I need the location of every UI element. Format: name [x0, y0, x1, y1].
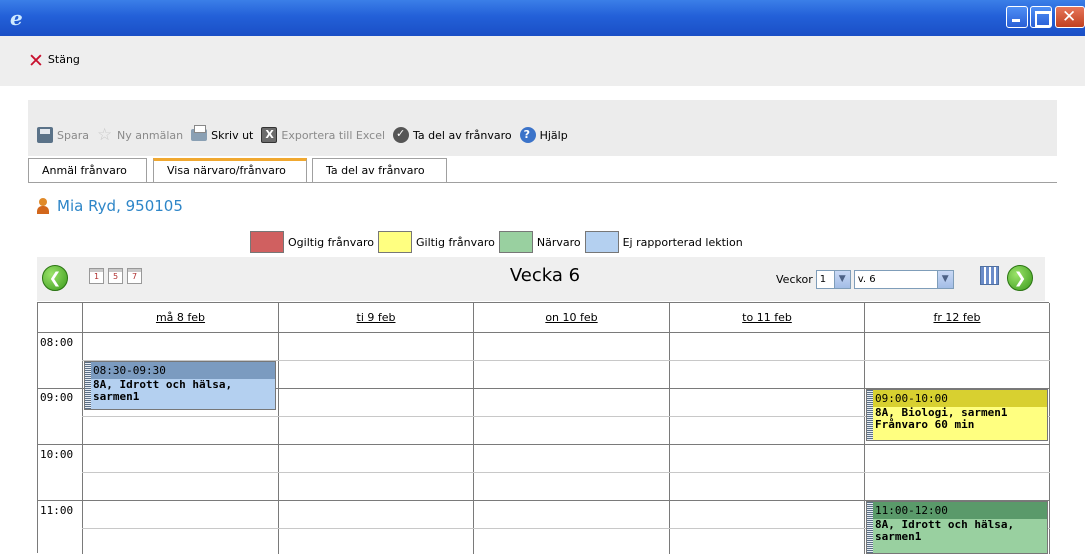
day-header-link[interactable]: on 10 feb — [545, 311, 597, 324]
top-bar — [0, 36, 1085, 86]
person-icon — [37, 198, 49, 214]
event-text: 8A, Idrott och hälsa, sarmen1 — [875, 518, 1015, 543]
legend-item: Ogiltig frånvaro — [250, 231, 374, 253]
time-label: 08:00 — [40, 336, 74, 349]
event-time: 08:30-09:30 — [91, 362, 275, 379]
export-excel-button[interactable]: Exportera till Excel — [261, 127, 385, 143]
legend-item: Ej rapporterad lektion — [584, 231, 743, 253]
day-header-link[interactable]: to 11 feb — [742, 311, 792, 324]
lesson-event[interactable]: 09:00-10:00 8A, Biologi, sarmen1 Frånvar… — [866, 389, 1048, 441]
legend-label: Närvaro — [536, 235, 581, 249]
weeks-label: Veckor — [776, 273, 813, 286]
excel-icon — [261, 127, 278, 143]
toolbar-actions: Spara ☆ Ny anmälan Skriv ut Exportera ti… — [37, 125, 568, 145]
day-column: on 10 feb — [473, 303, 669, 554]
check-icon — [393, 127, 410, 143]
legend-label: Ogiltig frånvaro — [288, 235, 374, 249]
student-name: Mia Ryd, 950105 — [57, 197, 183, 215]
event-text: 8A, Idrott och hälsa, sarmen1 — [93, 378, 233, 403]
export-label: Exportera till Excel — [281, 128, 386, 142]
time-label: 10:00 — [40, 448, 74, 461]
event-time: 09:00-10:00 — [873, 390, 1047, 407]
arrow-right-icon: ❯ — [1013, 269, 1027, 287]
close-label: Stäng — [47, 53, 80, 66]
day-header: on 10 feb — [474, 303, 669, 332]
close-x-icon: ✕ — [28, 50, 44, 72]
title-bar: e ✕ — [0, 0, 1085, 36]
window-close-button[interactable]: ✕ — [1055, 6, 1085, 28]
weeks-count-select[interactable]: 1 ▼ — [815, 270, 851, 289]
event-text: 8A, Biologi, sarmen1 Frånvaro 60 min — [875, 406, 1008, 431]
half-hour-line — [82, 472, 1050, 473]
week-controls: Veckor 1 ▼ v. 6 ▼ — [776, 270, 954, 289]
close-icon: ✕ — [1062, 7, 1077, 27]
workweek-view-icon[interactable]: 5 — [108, 268, 123, 284]
help-button[interactable]: Hjälp — [519, 127, 568, 143]
tab-bar: Anmäl frånvaro Visa närvaro/frånvaro Ta … — [28, 158, 450, 182]
save-icon — [37, 127, 53, 143]
arrow-left-icon: ❮ — [48, 269, 62, 287]
hour-line — [38, 332, 1050, 333]
close-button[interactable]: ✕ Stäng — [28, 50, 80, 72]
legend-swatch — [250, 231, 284, 253]
event-time: 11:00-12:00 — [873, 502, 1047, 519]
day-header-link[interactable]: ti 9 feb — [357, 311, 396, 324]
star-icon: ☆ — [96, 125, 113, 145]
previous-week-button[interactable]: ❮ — [42, 265, 68, 291]
week-value: v. 6 — [857, 274, 876, 285]
day-column: må 8 feb — [82, 303, 278, 554]
print-label: Skriv ut — [211, 128, 254, 142]
day-header: må 8 feb — [83, 303, 278, 332]
legend-label: Ej rapporterad lektion — [622, 235, 743, 249]
legend-swatch — [584, 231, 619, 253]
new-report-button[interactable]: ☆ Ny anmälan — [96, 125, 184, 145]
lesson-event[interactable]: 11:00-12:00 8A, Idrott och hälsa, sarmen… — [866, 501, 1048, 554]
minimize-button[interactable] — [1006, 6, 1028, 28]
save-button[interactable]: Spara — [37, 127, 89, 143]
tab-divider — [28, 182, 1057, 183]
day-header: ti 9 feb — [279, 303, 473, 332]
save-label: Spara — [57, 128, 89, 142]
tab-view-absence[interactable]: Ta del av frånvaro — [312, 158, 447, 182]
print-button[interactable]: Skriv ut — [191, 125, 254, 142]
take-part-button[interactable]: Ta del av frånvaro — [393, 127, 512, 143]
tab-report-absence[interactable]: Anmäl frånvaro — [28, 158, 147, 182]
day-header: fr 12 feb — [865, 303, 1049, 332]
legend-item: Giltig frånvaro — [377, 231, 495, 253]
hour-line — [38, 444, 1050, 445]
day-view-icon[interactable]: 1 — [89, 268, 104, 284]
day-header: to 11 feb — [670, 303, 864, 332]
help-label: Hjälp — [539, 128, 568, 142]
time-label: 09:00 — [40, 391, 74, 404]
legend-label: Giltig frånvaro — [415, 235, 495, 249]
help-icon — [519, 127, 536, 143]
week-title: Vecka 6 — [509, 265, 581, 286]
take-part-label: Ta del av frånvaro — [413, 128, 512, 142]
view-selector: 1 5 7 — [89, 268, 142, 284]
ie-icon: e — [10, 6, 23, 30]
chevron-down-icon: ▼ — [833, 271, 850, 288]
day-header-link[interactable]: må 8 feb — [156, 311, 205, 324]
legend: Ogiltig frånvaro Giltig frånvaro Närvaro… — [250, 231, 747, 253]
chevron-down-icon: ▼ — [936, 271, 953, 288]
student-header: Mia Ryd, 950105 — [37, 197, 183, 215]
legend-item: Närvaro — [498, 231, 581, 253]
legend-swatch — [377, 231, 412, 253]
time-label: 11:00 — [40, 504, 74, 517]
day-column: to 11 feb — [669, 303, 864, 554]
next-week-button[interactable]: ❯ — [1007, 265, 1033, 291]
weeks-count-value: 1 — [819, 274, 827, 285]
maximize-button[interactable] — [1030, 6, 1052, 28]
week-select[interactable]: v. 6 ▼ — [853, 270, 954, 289]
day-header-link[interactable]: fr 12 feb — [933, 311, 980, 324]
legend-swatch — [498, 231, 533, 253]
new-report-label: Ny anmälan — [116, 128, 184, 142]
calendar-grid: må 8 feb ti 9 feb on 10 feb to 11 feb fr… — [37, 302, 1050, 554]
week-view-icon[interactable]: 7 — [127, 268, 142, 284]
lesson-event[interactable]: 08:30-09:30 8A, Idrott och hälsa, sarmen… — [84, 361, 276, 410]
tab-show-attendance[interactable]: Visa närvaro/frånvaro — [153, 158, 307, 182]
day-column: ti 9 feb — [278, 303, 473, 554]
printer-icon — [191, 125, 208, 141]
calendar-icon[interactable] — [980, 266, 999, 285]
